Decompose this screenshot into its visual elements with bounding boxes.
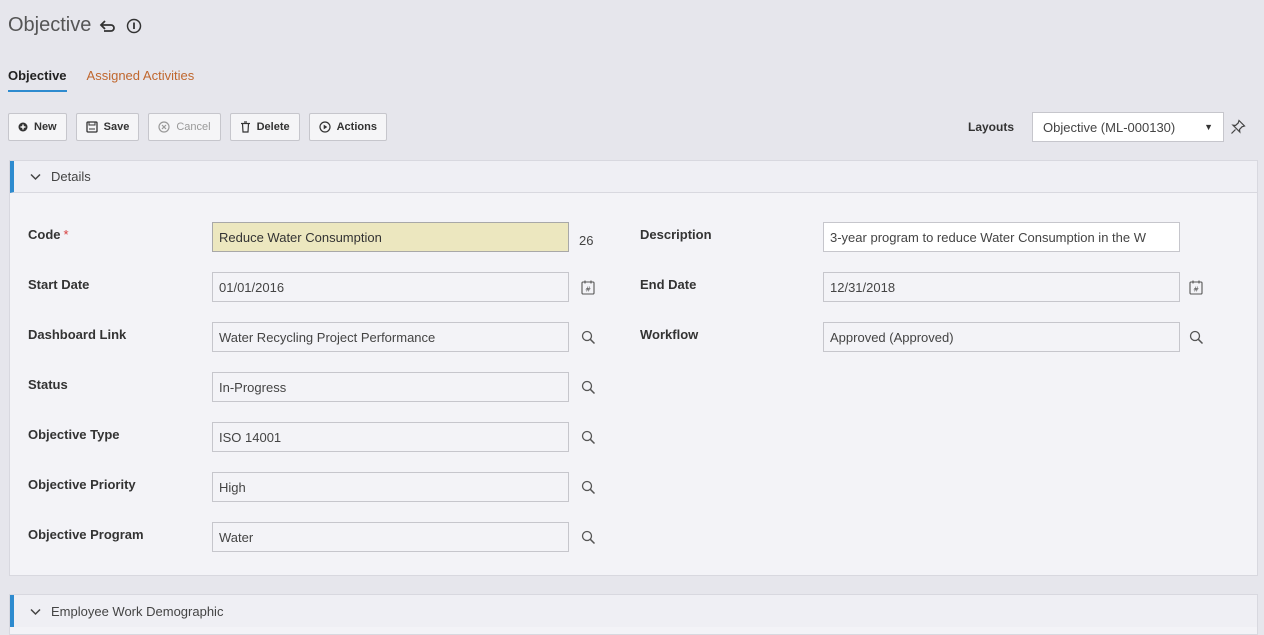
workflow-value: Approved (Approved)	[830, 329, 954, 345]
layouts-label: Layouts	[968, 120, 1015, 134]
calendar-icon[interactable]: #	[579, 278, 597, 296]
details-section: Details Code * Reduce Water Consumption 2…	[9, 160, 1258, 576]
undo-arrow-icon[interactable]	[99, 17, 117, 35]
title-bar: Objective	[8, 14, 143, 37]
code-label: Code *	[28, 227, 69, 242]
tab-assigned-activities[interactable]: Assigned Activities	[87, 68, 195, 92]
code-label-text: Code	[28, 227, 61, 242]
objective-program-value: Water	[219, 529, 254, 545]
tab-objective[interactable]: Objective	[8, 68, 67, 92]
start-date-value: 01/01/2016	[219, 279, 285, 295]
search-icon[interactable]	[579, 328, 597, 346]
status-value: In-Progress	[219, 379, 287, 395]
trash-icon	[240, 121, 251, 133]
save-button[interactable]: Save	[75, 113, 140, 141]
details-form: Code * Reduce Water Consumption 26 Descri…	[10, 193, 1257, 577]
svg-text:#: #	[585, 285, 591, 293]
pin-icon[interactable]	[1230, 119, 1246, 140]
objective-type-label: Objective Type	[28, 427, 120, 442]
start-date-input[interactable]: 01/01/2016	[212, 272, 569, 302]
cancel-button[interactable]: Cancel	[148, 113, 221, 141]
calendar-icon[interactable]: #	[1187, 278, 1205, 296]
chevron-down-icon	[30, 604, 41, 619]
workflow-input[interactable]: Approved (Approved)	[823, 322, 1180, 352]
objective-program-input[interactable]: Water	[212, 522, 569, 552]
workflow-label: Workflow	[640, 327, 699, 342]
objective-program-label: Objective Program	[28, 527, 144, 542]
search-icon[interactable]	[579, 478, 597, 496]
search-icon[interactable]	[1187, 328, 1205, 346]
objective-type-input[interactable]: ISO 14001	[212, 422, 569, 452]
delete-button-label: Delete	[256, 121, 290, 133]
objective-type-value: ISO 14001	[219, 429, 282, 445]
floppy-disk-icon	[85, 121, 98, 133]
status-label: Status	[28, 377, 68, 392]
svg-text:#: #	[1193, 285, 1199, 293]
code-input[interactable]: Reduce Water Consumption	[212, 222, 569, 252]
details-section-header[interactable]: Details	[10, 161, 1257, 193]
employee-section-header[interactable]: Employee Work Demographic	[10, 595, 1257, 627]
employee-work-demographic-section: Employee Work Demographic	[9, 594, 1258, 635]
dropdown-arrow-icon: ▼	[1204, 122, 1213, 132]
end-date-value: 12/31/2018	[830, 279, 896, 295]
dashboard-link-label: Dashboard Link	[28, 327, 127, 342]
plus-circle-icon	[18, 122, 28, 132]
code-char-counter: 26	[579, 233, 594, 248]
toolbar: New Save Cancel Delete Actions	[8, 113, 387, 141]
description-input[interactable]: 3-year program to reduce Water Consumpti…	[823, 222, 1180, 252]
info-icon[interactable]	[125, 17, 143, 35]
dashboard-link-value: Water Recycling Project Performance	[219, 329, 436, 345]
actions-button-label: Actions	[336, 121, 377, 133]
chevron-down-icon	[30, 169, 41, 184]
objective-priority-value: High	[219, 479, 246, 495]
delete-button[interactable]: Delete	[229, 113, 300, 141]
start-date-label: Start Date	[28, 277, 90, 292]
description-value: 3-year program to reduce Water Consumpti…	[830, 229, 1146, 245]
save-button-label: Save	[103, 121, 130, 133]
actions-button[interactable]: Actions	[308, 113, 387, 141]
search-icon[interactable]	[579, 428, 597, 446]
cancel-circle-icon	[158, 121, 170, 133]
tab-bar: Objective Assigned Activities	[8, 68, 194, 92]
objective-priority-label: Objective Priority	[28, 477, 136, 492]
search-icon[interactable]	[579, 528, 597, 546]
objective-priority-input[interactable]: High	[212, 472, 569, 502]
new-button[interactable]: New	[8, 113, 67, 141]
employee-section-title: Employee Work Demographic	[51, 603, 224, 619]
details-section-title: Details	[51, 169, 91, 184]
layouts-select[interactable]: Objective (ML-000130) ▼	[1032, 112, 1224, 142]
end-date-input[interactable]: 12/31/2018	[823, 272, 1180, 302]
dashboard-link-input[interactable]: Water Recycling Project Performance	[212, 322, 569, 352]
page-title: Objective	[8, 14, 92, 36]
new-button-label: New	[34, 121, 57, 133]
play-circle-icon	[319, 121, 331, 133]
code-value: Reduce Water Consumption	[219, 229, 382, 245]
required-mark: *	[63, 227, 69, 242]
end-date-label: End Date	[640, 277, 697, 292]
description-label: Description	[640, 227, 712, 242]
cancel-button-label: Cancel	[176, 121, 211, 133]
status-input[interactable]: In-Progress	[212, 372, 569, 402]
layouts-selected-value: Objective (ML-000130)	[1043, 119, 1176, 135]
search-icon[interactable]	[579, 378, 597, 396]
